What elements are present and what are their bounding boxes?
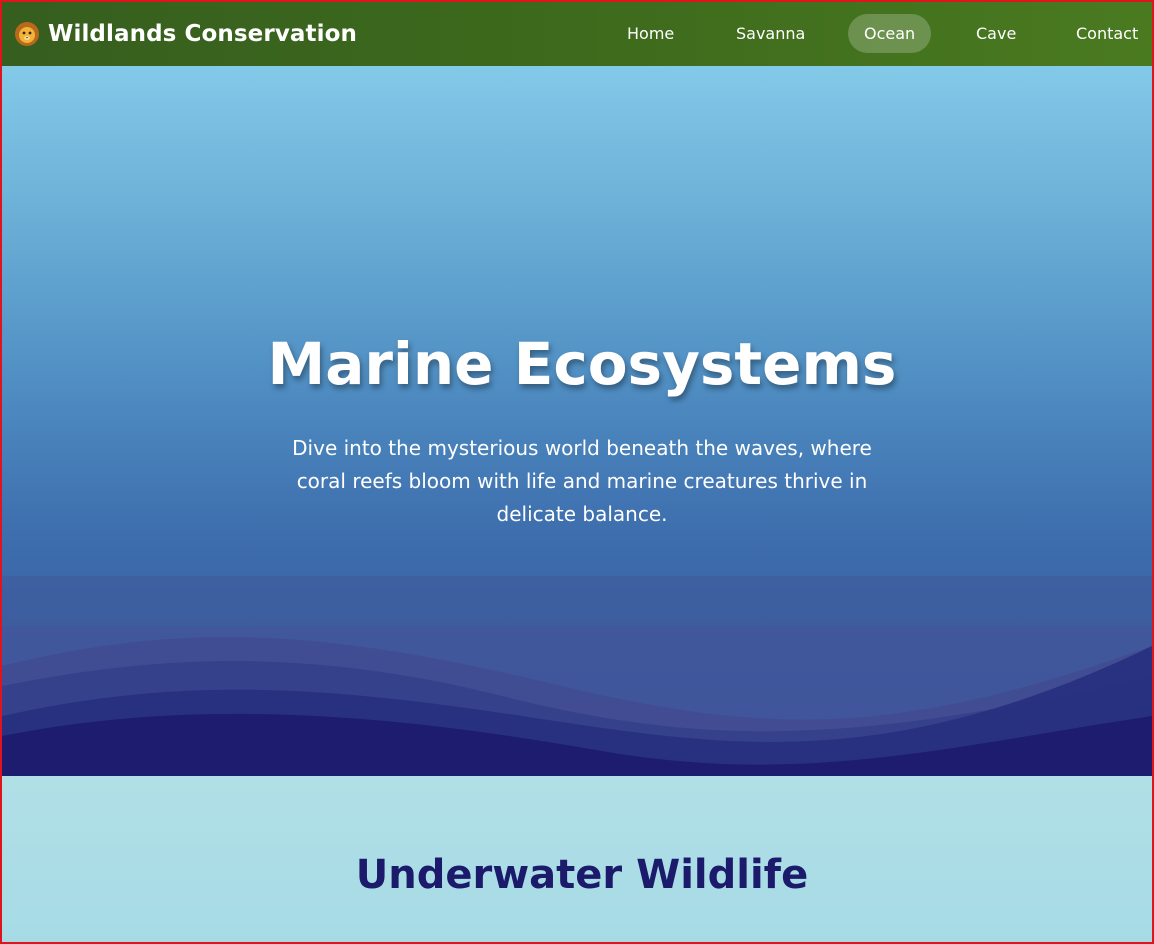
nav-home[interactable]: Home — [611, 14, 690, 53]
section-title: Underwater Wildlife — [355, 852, 809, 898]
nav-contact[interactable]: Contact — [1060, 14, 1152, 53]
ocean-waves-decoration — [2, 576, 1152, 776]
brand-name: Wildlands Conservation — [48, 21, 357, 47]
nav-cave[interactable]: Cave — [960, 14, 1032, 53]
hero-title: Marine Ecosystems — [267, 330, 897, 398]
page-frame: Wildlands Conservation Home Savanna Ocea… — [0, 0, 1154, 944]
top-navbar: Wildlands Conservation Home Savanna Ocea… — [2, 2, 1152, 66]
underwater-wildlife-section: Underwater Wildlife — [2, 776, 1152, 942]
brand[interactable]: Wildlands Conservation — [14, 21, 357, 47]
hero-description: Dive into the mysterious world beneath t… — [292, 436, 872, 526]
nav-savanna[interactable]: Savanna — [720, 14, 821, 53]
nav-ocean[interactable]: Ocean — [848, 14, 932, 53]
lion-icon — [14, 21, 40, 47]
hero-section: Marine Ecosystems Dive into the mysterio… — [2, 66, 1152, 776]
